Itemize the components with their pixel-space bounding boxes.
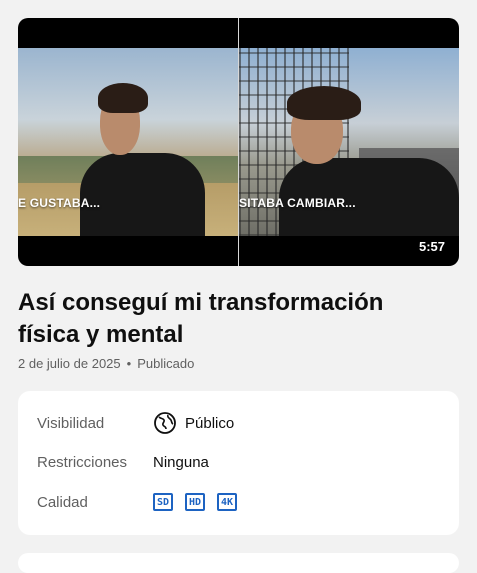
video-thumbnail[interactable]: E GUSTABA... SITABA CAMBIAR... 5:57 <box>18 18 459 266</box>
quality-sd-badge: SD <box>153 493 173 511</box>
details-card: Visibilidad Público Restricciones Ningun… <box>18 391 459 535</box>
thumbnail-frame-right: SITABA CAMBIAR... <box>239 48 459 236</box>
next-card <box>18 553 459 573</box>
quality-row: Calidad SD HD 4K <box>37 493 249 511</box>
meta-separator: • <box>126 356 132 371</box>
video-meta: 2 de julio de 2025 • Publicado <box>18 356 194 371</box>
publish-status: Publicado <box>137 356 195 371</box>
globe-icon <box>154 412 176 434</box>
restrictions-label: Restricciones <box>37 454 128 471</box>
visibility-label: Visibilidad <box>37 414 105 432</box>
publish-date: 2 de julio de 2025 <box>18 356 121 371</box>
caption-left: E GUSTABA... <box>18 196 101 210</box>
visibility-row[interactable]: Visibilidad Público <box>37 411 234 435</box>
visibility-value: Público <box>185 414 235 432</box>
restrictions-value: Ninguna <box>153 454 209 471</box>
quality-label: Calidad <box>37 493 88 511</box>
video-duration: 5:57 <box>418 239 445 254</box>
quality-4k-badge: 4K <box>217 493 237 511</box>
caption-right: SITABA CAMBIAR... <box>239 196 356 210</box>
restrictions-row[interactable]: Restricciones Ninguna <box>37 454 209 471</box>
thumbnail-frame-left: E GUSTABA... <box>18 48 238 236</box>
video-title: Así conseguí mi transformación física y … <box>18 289 384 348</box>
quality-hd-badge: HD <box>185 493 205 511</box>
